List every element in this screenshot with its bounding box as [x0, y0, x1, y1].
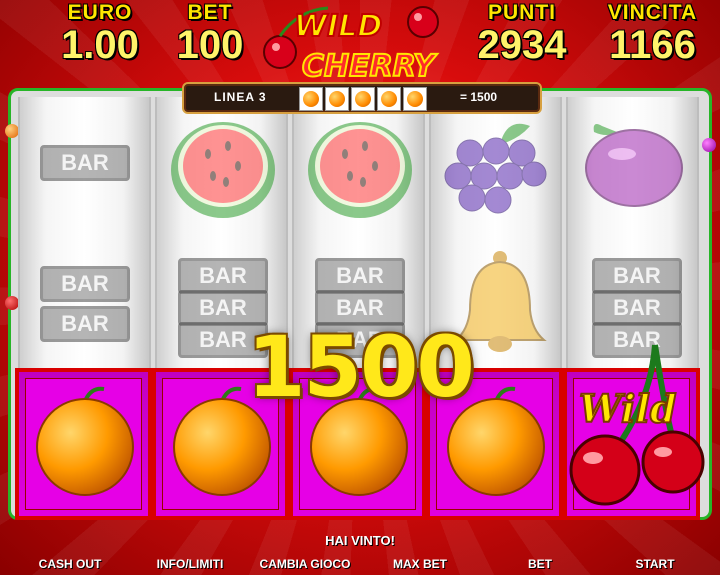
bet-label: BET	[187, 1, 233, 24]
bet-value: 100	[176, 23, 244, 67]
bet-button[interactable]: BET	[495, 557, 585, 571]
payline-marker-right-1	[702, 138, 716, 152]
mini-orange-icon	[377, 87, 401, 111]
euro-display: EURO 1.00	[40, 1, 160, 67]
vincita-value: 1166	[609, 23, 696, 67]
cash-out-button[interactable]: CASH OUT	[20, 557, 120, 571]
logo-wild-text: WILD	[294, 9, 382, 44]
mini-orange-icon	[325, 87, 349, 111]
change-game-button[interactable]: CAMBIA GIOCO	[250, 557, 360, 571]
mini-orange-icon	[403, 87, 427, 111]
mini-orange-icon	[351, 87, 375, 111]
bar-symbol: BAR	[592, 290, 682, 326]
bar-symbol: BAR	[178, 258, 268, 294]
start-button[interactable]: START	[600, 557, 710, 571]
payline-marker-left-2	[5, 296, 19, 310]
punti-value: 2934	[477, 23, 567, 67]
orange-symbol	[36, 386, 134, 496]
plum-symbol	[585, 124, 683, 207]
punti-display: PUNTI 2934	[462, 1, 582, 67]
wild-text: Wild	[579, 386, 676, 431]
punti-label: PUNTI	[488, 1, 556, 24]
wild-cherry-logo: WILD CHERRY	[263, 6, 439, 85]
bar-symbol: BAR	[40, 145, 130, 181]
status-message: HAI VINTO!	[325, 533, 395, 548]
big-win-amount: 1500	[247, 318, 475, 416]
bar-symbol: BAR	[315, 258, 405, 294]
bet-display: BET 100	[160, 1, 260, 67]
win-line-symbols	[299, 87, 427, 111]
euro-value: 1.00	[61, 23, 139, 67]
win-line-bar: LINEA 3 = 1500	[182, 82, 542, 114]
vincita-display: VINCITA 1166	[585, 1, 720, 67]
bar-symbol: BAR	[40, 306, 130, 342]
wild-cherry-symbol: Wild	[569, 344, 705, 506]
max-bet-button[interactable]: MAX BET	[375, 557, 465, 571]
mini-orange-icon	[299, 87, 323, 111]
vincita-label: VINCITA	[607, 1, 698, 24]
euro-label: EURO	[67, 1, 133, 24]
watermelon-symbol	[171, 122, 275, 218]
win-line-amount: = 1500	[460, 90, 498, 104]
info-limits-button[interactable]: INFO/LIMITI	[140, 557, 240, 571]
payline-marker-left-1	[5, 124, 19, 138]
watermelon-symbol	[308, 122, 412, 218]
logo-cherry-text: CHERRY	[302, 49, 438, 84]
bar-symbol: BAR	[40, 266, 130, 302]
bar-symbol: BAR	[592, 258, 682, 294]
grapes-symbol	[444, 123, 547, 214]
control-bar: CASH OUT INFO/LIMITI CAMBIA GIOCO MAX BE…	[0, 556, 720, 575]
win-line-label: LINEA 3	[214, 90, 267, 104]
